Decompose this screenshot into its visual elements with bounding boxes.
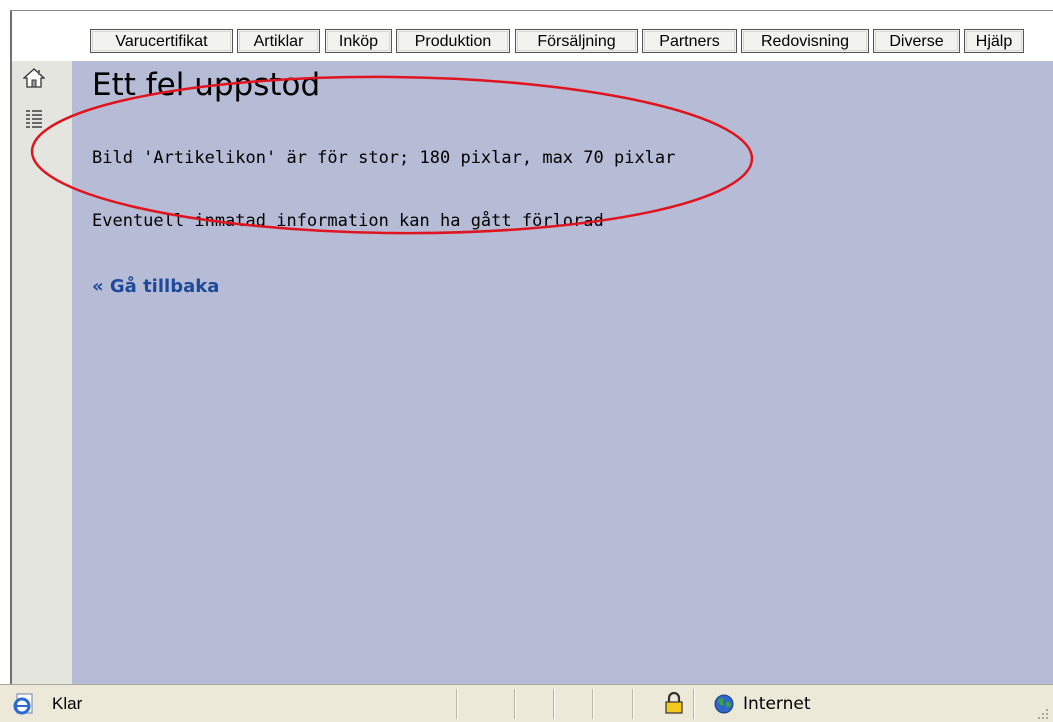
resize-grip-icon[interactable]	[1036, 707, 1050, 721]
tab-inkop[interactable]: Inköp	[325, 29, 392, 53]
info-message: Eventuell inmatad information kan ha gåt…	[92, 211, 604, 231]
page-title: Ett fel uppstod	[92, 67, 321, 103]
tab-diverse[interactable]: Diverse	[873, 29, 960, 53]
sidebar	[12, 61, 72, 684]
globe-icon	[714, 694, 734, 714]
tab-forsaljning[interactable]: Försäljning	[515, 29, 638, 53]
status-separator	[553, 689, 555, 719]
error-message: Bild 'Artikelikon' är för stor; 180 pixl…	[92, 148, 676, 168]
status-separator	[456, 689, 458, 719]
tab-redovisning[interactable]: Redovisning	[741, 29, 869, 53]
status-separator	[693, 689, 695, 719]
frame-border	[10, 10, 12, 684]
tab-varucertifikat[interactable]: Varucertifikat	[90, 29, 233, 53]
home-icon[interactable]	[23, 67, 45, 89]
top-navigation: Varucertifikat Artiklar Inköp Produktion…	[12, 11, 1053, 61]
tab-produktion[interactable]: Produktion	[396, 29, 510, 53]
frame-border-top	[10, 10, 1053, 11]
lock-icon	[665, 691, 683, 714]
back-link[interactable]: « Gå tillbaka	[92, 276, 219, 297]
tab-hjalp[interactable]: Hjälp	[964, 29, 1024, 53]
zone-label: Internet	[743, 694, 811, 714]
status-separator	[632, 689, 634, 719]
tab-partners[interactable]: Partners	[642, 29, 737, 53]
status-bar: Klar Internet	[0, 684, 1053, 722]
status-separator	[514, 689, 516, 719]
list-icon[interactable]	[25, 109, 43, 131]
ie-page-icon	[13, 693, 33, 715]
status-text: Klar	[52, 694, 83, 713]
status-separator	[592, 689, 594, 719]
tab-artiklar[interactable]: Artiklar	[237, 29, 320, 53]
